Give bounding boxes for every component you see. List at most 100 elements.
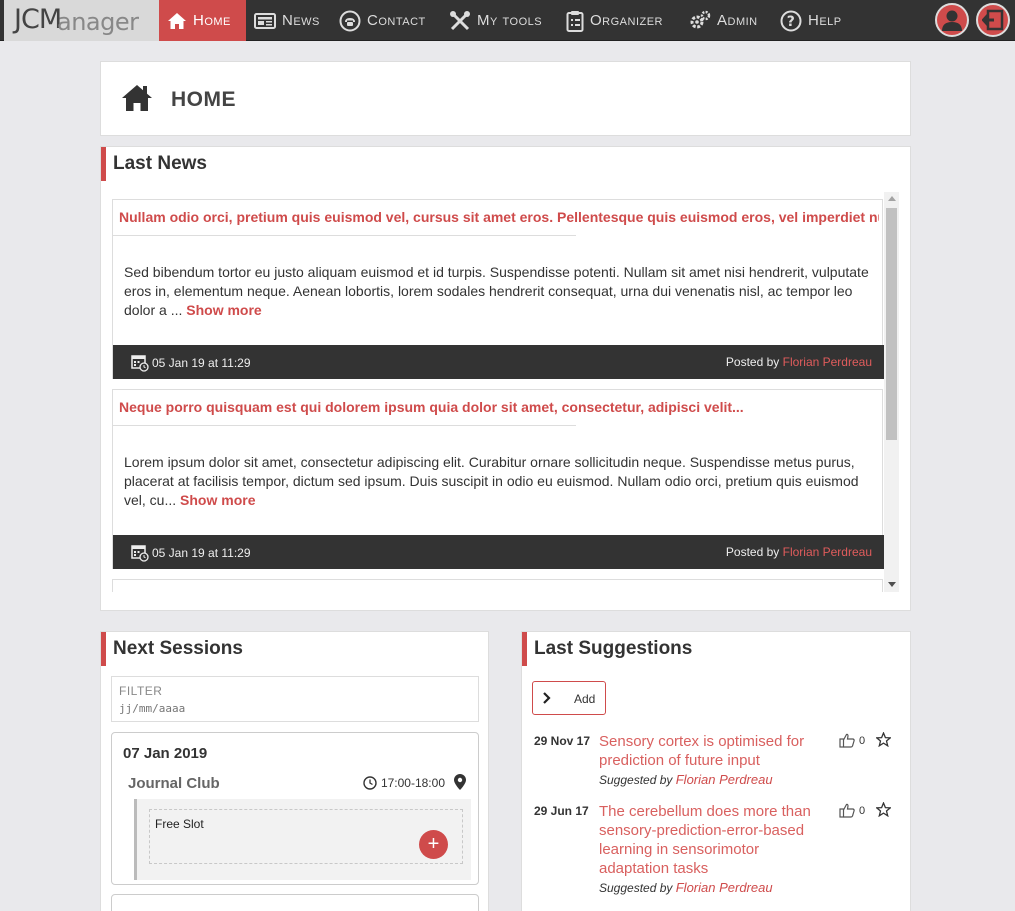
user-profile-button[interactable]	[935, 3, 969, 37]
news-author[interactable]: Florian Perdreau	[783, 355, 872, 369]
filter-label: FILTER	[119, 684, 163, 698]
nav-admin[interactable]: Admin	[689, 0, 758, 41]
next-sessions-heading: Next Sessions	[101, 632, 243, 666]
tools-icon	[450, 10, 470, 30]
suggestion-item: 29 Nov 17 Sensory cortex is optimised fo…	[534, 732, 904, 794]
news-author[interactable]: Florian Perdreau	[783, 545, 872, 559]
calendar-clock-icon	[131, 545, 149, 562]
clipboard-icon	[566, 10, 584, 32]
suggestion-title[interactable]: Sensory cortex is optimised for predicti…	[599, 732, 829, 770]
suggestion-title[interactable]: The cerebellum does more than sensory-pr…	[599, 802, 829, 878]
news-footer: 05 Jan 19 at 11:29 Posted by Florian Per…	[113, 535, 884, 569]
news-item: Neque porro quisquam est qui dolorem ips…	[112, 389, 884, 569]
news-item: Nullam odio orci, pretium quis euismod v…	[112, 199, 884, 379]
newspaper-icon	[254, 12, 276, 29]
nav-contact[interactable]: Contact	[339, 0, 426, 41]
posted-by-label: Posted by	[725, 355, 780, 369]
date-filter-input[interactable]	[119, 702, 319, 715]
suggestion-author[interactable]: Florian Perdreau	[676, 772, 773, 787]
news-date: 05 Jan 19 at 11:29	[131, 354, 251, 372]
top-navbar: JCM anager Home News Contact My tools Or…	[0, 0, 1015, 41]
nav-contact-label: Contact	[367, 12, 426, 29]
chevron-right-icon	[543, 692, 551, 704]
star-icon[interactable]	[876, 802, 891, 817]
show-more-link[interactable]: Show more	[180, 492, 255, 508]
scroll-down-arrow[interactable]	[888, 582, 896, 587]
news-divider	[113, 425, 576, 426]
session-time-text: 17:00-18:00	[380, 776, 445, 790]
free-slot: Free Slot +	[149, 809, 463, 864]
nav-organizer-label: Organizer	[590, 12, 664, 29]
calendar-clock-icon	[131, 355, 149, 372]
nav-home-label: Home	[193, 12, 231, 29]
thumbs-up-icon	[839, 803, 855, 818]
scroll-up-arrow[interactable]	[888, 196, 896, 201]
nav-organizer[interactable]: Organizer	[566, 0, 663, 41]
phone-icon	[339, 10, 361, 31]
news-divider	[113, 235, 576, 236]
last-suggestions-heading: Last Suggestions	[522, 632, 692, 666]
next-sessions-card: Next Sessions FILTER 07 Jan 2019 Journal…	[100, 631, 489, 911]
home-icon	[168, 12, 186, 29]
suggestion-date: 29 Nov 17	[534, 734, 591, 748]
add-suggestion-button[interactable]: Add	[532, 681, 606, 715]
news-title[interactable]: Neque porro quisquam est qui dolorem ips…	[119, 399, 879, 415]
session-filter: FILTER	[111, 676, 479, 722]
news-item	[112, 579, 883, 592]
vote-button[interactable]: 0	[839, 803, 865, 818]
nav-help[interactable]: ? Help	[780, 0, 842, 41]
thumbs-up-icon	[839, 733, 855, 748]
add-presentation-button[interactable]: +	[419, 830, 448, 859]
news-posted: Posted by Florian Perdreau	[726, 355, 872, 369]
nav-admin-label: Admin	[717, 12, 758, 29]
suggestion-byline: Suggested by Florian Perdreau	[599, 880, 773, 895]
nav-home[interactable]: Home	[159, 0, 246, 41]
news-title[interactable]: Nullam odio orci, pretium quis euismod v…	[119, 209, 879, 225]
news-list[interactable]: Nullam odio orci, pretium quis euismod v…	[112, 192, 899, 592]
nav-help-label: Help	[808, 12, 842, 29]
page-title: HOME	[171, 88, 236, 111]
session-slots: Free Slot +	[134, 799, 471, 880]
news-scrollbar[interactable]	[884, 192, 899, 592]
news-posted: Posted by Florian Perdreau	[726, 545, 872, 559]
suggestion-author[interactable]: Florian Perdreau	[676, 880, 773, 895]
nav-news[interactable]: News	[254, 0, 320, 41]
free-slot-label: Free Slot	[155, 817, 204, 831]
last-suggestions-card: Last Suggestions Add 29 Nov 17 Sensory c…	[521, 631, 911, 911]
home-header-card: HOME	[100, 61, 911, 136]
logo-rest: anager	[57, 8, 139, 36]
suggestion-item: 29 Jun 17 The cerebellum does more than …	[534, 802, 904, 895]
scroll-thumb[interactable]	[886, 208, 897, 440]
nav-my-tools-label: My tools	[477, 12, 543, 29]
user-icon	[942, 10, 962, 31]
gears-icon	[690, 10, 711, 28]
news-date-text: 05 Jan 19 at 11:29	[152, 546, 251, 560]
session-date: 07 Jan 2019	[123, 745, 208, 762]
news-footer: 05 Jan 19 at 11:29 Posted by Florian Per…	[113, 345, 884, 379]
logout-icon	[982, 9, 1004, 31]
last-news-heading: Last News	[101, 147, 207, 181]
news-date: 05 Jan 19 at 11:29	[131, 544, 251, 562]
suggestion-date: 29 Jun 17	[534, 804, 589, 818]
add-suggestion-label: Add	[574, 692, 596, 706]
nav-my-tools[interactable]: My tools	[449, 0, 542, 41]
show-more-link[interactable]: Show more	[186, 302, 261, 318]
vote-count: 0	[859, 804, 866, 817]
nav-news-label: News	[282, 12, 320, 29]
location-pin-icon[interactable]	[454, 774, 466, 790]
vote-count: 0	[859, 734, 866, 747]
star-icon[interactable]	[876, 732, 891, 747]
session-card	[111, 894, 479, 911]
posted-by-label: Posted by	[725, 545, 780, 559]
news-body: Lorem ipsum dolor sit amet, consectetur …	[124, 453, 874, 510]
session-type: Journal Club	[128, 775, 220, 792]
app-logo[interactable]: JCM anager	[4, 0, 159, 41]
news-date-text: 05 Jan 19 at 11:29	[152, 356, 251, 370]
vote-button[interactable]: 0	[839, 733, 865, 748]
logout-button[interactable]	[976, 3, 1010, 37]
logo-main: JCM	[14, 4, 62, 35]
suggested-by-label: Suggested by	[599, 881, 673, 895]
svg-text:?: ?	[787, 14, 796, 30]
last-news-card: Last News Nullam odio orci, pretium quis…	[100, 146, 911, 611]
session-time: 17:00-18:00	[363, 776, 445, 790]
